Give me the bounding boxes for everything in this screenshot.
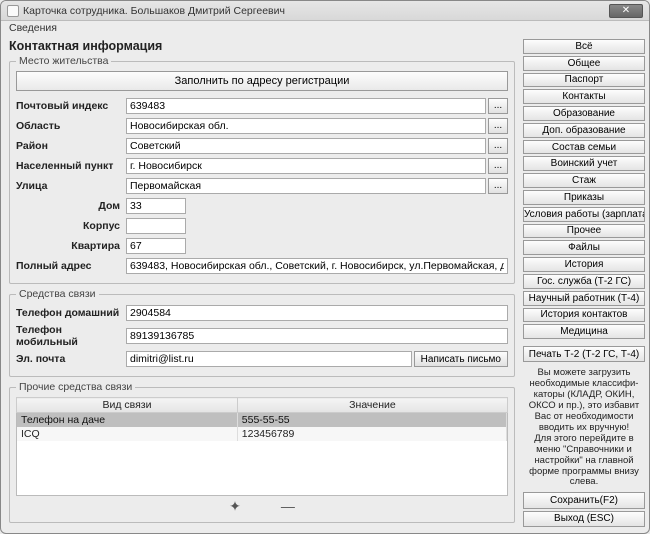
label-full-address: Полный адрес: [16, 260, 126, 272]
sidebar-tab-experience[interactable]: Стаж: [523, 173, 645, 188]
save-button[interactable]: Сохранить(F2): [523, 492, 645, 508]
sidebar-tab-history[interactable]: История: [523, 257, 645, 272]
sidebar-tab-education[interactable]: Образование: [523, 106, 645, 121]
app-icon: [7, 5, 19, 17]
region-input[interactable]: [126, 118, 486, 134]
col-value[interactable]: Значение: [237, 398, 507, 413]
cell-value: 123456789: [237, 427, 506, 441]
residence-group: Место жительства Заполнить по адресу рег…: [9, 55, 515, 284]
sidebar-tab-family[interactable]: Состав семьи: [523, 140, 645, 155]
menu-info[interactable]: Сведения: [9, 22, 57, 34]
col-type[interactable]: Вид связи: [17, 398, 238, 413]
add-row-button[interactable]: ✦: [229, 498, 241, 515]
sidebar-tab-other[interactable]: Прочее: [523, 224, 645, 239]
close-button[interactable]: ✕: [609, 4, 643, 18]
contacts-legend: Средства связи: [16, 288, 99, 300]
label-city: Населенный пункт: [16, 160, 126, 172]
help-text: Вы можете загрузить необходимые классифи…: [523, 368, 645, 488]
label-home-phone: Телефон домашний: [16, 307, 126, 319]
region-lookup-button[interactable]: ...: [488, 118, 508, 134]
sidebar-tab-contact-history[interactable]: История контактов: [523, 308, 645, 323]
label-house: Дом: [16, 200, 126, 212]
sidebar-tab-passport[interactable]: Паспорт: [523, 73, 645, 88]
district-input[interactable]: [126, 138, 486, 154]
cell-type: ICQ: [17, 427, 237, 441]
building-input[interactable]: [126, 218, 186, 234]
sidebar: Всё Общее Паспорт Контакты Образование Д…: [521, 35, 649, 533]
fill-from-registration-button[interactable]: Заполнить по адресу регистрации: [16, 71, 508, 91]
sidebar-tab-scientist[interactable]: Научный работник (Т-4): [523, 291, 645, 306]
email-input[interactable]: [126, 351, 412, 367]
menubar: Сведения: [1, 21, 649, 35]
other-contacts-group: Прочие средства связи Вид связи Значение…: [9, 381, 515, 523]
other-contacts-legend: Прочие средства связи: [16, 381, 135, 393]
sidebar-tab-salary[interactable]: Условия работы (зарплата): [523, 207, 645, 222]
sidebar-tab-military[interactable]: Воинский учет: [523, 156, 645, 171]
full-address-input[interactable]: [126, 258, 508, 274]
main-panel: Контактная информация Место жительства З…: [1, 35, 521, 533]
sidebar-tab-orders[interactable]: Приказы: [523, 190, 645, 205]
cell-value: 555-55-55: [237, 413, 506, 427]
page-title: Контактная информация: [9, 39, 515, 53]
label-district: Район: [16, 140, 126, 152]
label-building: Корпус: [16, 220, 126, 232]
window: Карточка сотрудника. Большаков Дмитрий С…: [0, 0, 650, 534]
sidebar-tab-files[interactable]: Файлы: [523, 240, 645, 255]
sidebar-tab-contacts[interactable]: Контакты: [523, 89, 645, 104]
house-input[interactable]: [126, 198, 186, 214]
sidebar-tab-gov-service[interactable]: Гос. служба (Т-2 ГС): [523, 274, 645, 289]
exit-button[interactable]: Выход (ESC): [523, 511, 645, 527]
postal-input[interactable]: [126, 98, 486, 114]
label-flat: Квартира: [16, 240, 126, 252]
street-input[interactable]: [126, 178, 486, 194]
flat-input[interactable]: [126, 238, 186, 254]
window-title: Карточка сотрудника. Большаков Дмитрий С…: [23, 5, 609, 17]
contacts-group: Средства связи Телефон домашний Телефон …: [9, 288, 515, 377]
label-mobile-phone: Телефон мобильный: [16, 324, 126, 348]
sidebar-tab-general[interactable]: Общее: [523, 56, 645, 71]
sidebar-tab-add-education[interactable]: Доп. образование: [523, 123, 645, 138]
table-row[interactable]: Телефон на даче 555-55-55: [17, 413, 507, 427]
street-lookup-button[interactable]: ...: [488, 178, 508, 194]
table-row[interactable]: ICQ 123456789: [17, 427, 507, 441]
write-email-button[interactable]: Написать письмо: [414, 351, 508, 367]
label-street: Улица: [16, 180, 126, 192]
city-input[interactable]: [126, 158, 486, 174]
residence-legend: Место жительства: [16, 55, 111, 67]
titlebar: Карточка сотрудника. Большаков Дмитрий С…: [1, 1, 649, 21]
home-phone-input[interactable]: [126, 305, 508, 321]
postal-lookup-button[interactable]: ...: [488, 98, 508, 114]
other-contacts-table[interactable]: Вид связи Значение: [16, 397, 508, 413]
print-t2-button[interactable]: Печать Т-2 (Т-2 ГС, Т-4): [523, 346, 645, 362]
label-region: Область: [16, 120, 126, 132]
remove-row-button[interactable]: —: [281, 498, 295, 514]
district-lookup-button[interactable]: ...: [488, 138, 508, 154]
mobile-phone-input[interactable]: [126, 328, 508, 344]
sidebar-tab-medicine[interactable]: Медицина: [523, 324, 645, 339]
label-email: Эл. почта: [16, 353, 126, 365]
label-postal: Почтовый индекс: [16, 100, 126, 112]
city-lookup-button[interactable]: ...: [488, 158, 508, 174]
cell-type: Телефон на даче: [17, 413, 237, 427]
sidebar-tab-all[interactable]: Всё: [523, 39, 645, 54]
